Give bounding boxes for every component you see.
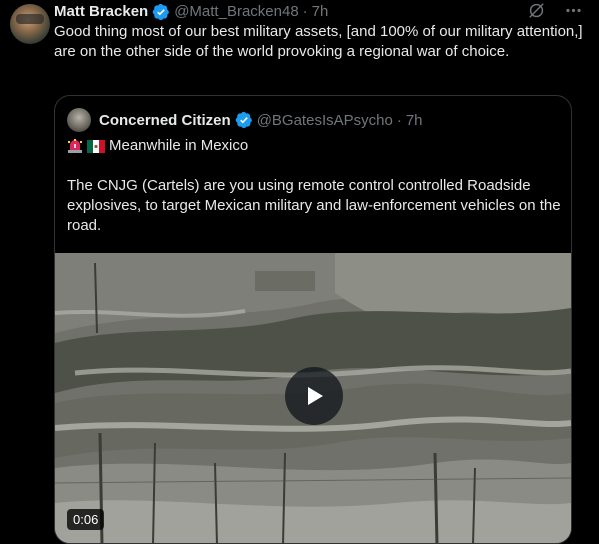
quote-body: The CNJG (Cartels) are you using remote … [67, 177, 561, 234]
verified-badge-icon [152, 3, 170, 21]
tweet-text: Good thing most of our best military ass… [54, 23, 583, 60]
author-avatar[interactable] [10, 4, 50, 44]
video-duration: 0:06 [67, 509, 105, 530]
mexico-flag-emoji [87, 139, 105, 153]
separator-dot: · [302, 3, 308, 20]
author-handle[interactable]: @Matt_Bracken48 [174, 2, 298, 22]
quote-author-handle[interactable]: @BGatesIsAPsycho [257, 112, 393, 129]
grok-icon[interactable] [527, 1, 546, 20]
tweet-header: Matt Bracken @Matt_Bracken48 · 7h [54, 2, 328, 22]
quote-author-avatar[interactable] [67, 108, 91, 132]
more-icon[interactable] [564, 1, 583, 20]
quote-author-name[interactable]: Concerned Citizen [99, 112, 231, 129]
tweet-time[interactable]: 7h [312, 2, 329, 22]
play-button[interactable] [285, 367, 343, 425]
quote-text: Meanwhile in Mexico The CNJG (Cartels) a… [67, 136, 562, 236]
quoted-tweet[interactable]: Concerned Citizen @BGatesIsAPsycho · 7h [54, 95, 572, 544]
verified-badge-icon [235, 111, 252, 129]
play-icon [308, 387, 323, 405]
quote-line1: Meanwhile in Mexico [109, 137, 249, 154]
separator-dot: · [396, 111, 402, 129]
siren-emoji [68, 139, 82, 153]
tweet-actions-top [527, 1, 583, 20]
quote-header: Concerned Citizen @BGatesIsAPsycho · 7h [67, 108, 423, 132]
author-name[interactable]: Matt Bracken [54, 2, 148, 22]
video-player[interactable]: 0:06 [55, 253, 571, 543]
quote-time[interactable]: 7h [406, 112, 423, 129]
